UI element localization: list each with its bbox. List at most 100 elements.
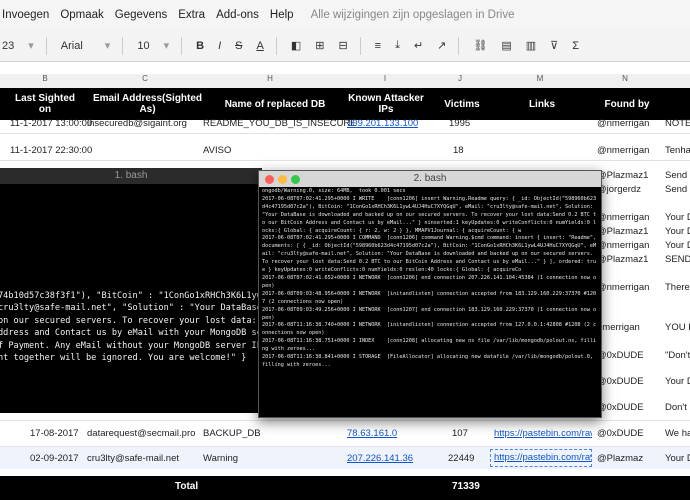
column-c[interactable]: C: [130, 74, 160, 88]
cell-foundby[interactable]: @nmerrigan: [597, 282, 649, 293]
total-row: [0, 476, 690, 500]
cell-note[interactable]: There: [665, 282, 690, 293]
cell-row2-date[interactable]: 11-1-2017 22:30:00: [10, 145, 92, 156]
bold-button[interactable]: B: [196, 40, 204, 52]
font-select[interactable]: Arial: [61, 40, 83, 52]
cell-foundby[interactable]: @Plazmaz1: [597, 254, 648, 265]
cell-foundby[interactable]: @0xDUDE: [597, 350, 644, 361]
cell-row1-ip[interactable]: 109.201.133.100: [347, 118, 418, 129]
cell-foundby[interactable]: @nmerrigan: [597, 212, 649, 223]
font-size-select[interactable]: 10: [137, 40, 149, 52]
cell-row2-note[interactable]: Tenha: [665, 145, 690, 156]
cell-foundby[interactable]: @Plazmaz1: [597, 170, 648, 181]
cell-note[interactable]: Send 0: [665, 184, 690, 195]
maximize-icon[interactable]: [291, 175, 300, 184]
italic-button[interactable]: I: [218, 40, 221, 52]
cell-row-warning-foundby[interactable]: @Plazmaz: [597, 453, 643, 464]
cell-foundby[interactable]: @Plazmaz1: [597, 226, 648, 237]
terminal-window-2[interactable]: 2. bash ongodb/Warning.0, size: 64MB, to…: [258, 170, 602, 418]
cell-row-backup-email[interactable]: datarequest@secmail.pro: [87, 428, 195, 439]
cell-row2-dbname[interactable]: AVISO: [203, 145, 231, 156]
cell-foundby[interactable]: @nmerrigan: [597, 240, 649, 251]
cell-row1-dbname[interactable]: README_YOU_DB_IS_INSECURE: [203, 118, 357, 129]
cell-row1-email[interactable]: insecuredb@sigaint.org: [87, 118, 187, 129]
header-db-name: Name of replaced DB: [224, 98, 326, 110]
cell-note[interactable]: Don't p: [665, 402, 690, 413]
cell-row-warning-note[interactable]: Your D: [665, 453, 690, 464]
header-found-by: Found by: [604, 98, 650, 110]
grid-line: [0, 420, 690, 421]
cell-note[interactable]: Send 0: [665, 170, 690, 181]
column-i[interactable]: I: [370, 74, 400, 88]
cell-foundby[interactable]: @jorgerdz: [597, 184, 641, 195]
menu-gegevens[interactable]: Gegevens: [115, 9, 167, 21]
cell-row-backup-ip[interactable]: 78.63.161.0: [347, 428, 397, 439]
align-icon[interactable]: ≡: [375, 40, 381, 52]
cell-row1-note[interactable]: NOTE: [665, 118, 690, 129]
cell-row1-victims[interactable]: 1995: [449, 118, 470, 129]
minimize-icon[interactable]: [278, 175, 287, 184]
text-color-button[interactable]: A: [256, 40, 263, 52]
borders-icon[interactable]: ⊞: [315, 39, 324, 52]
total-value: 71339: [452, 481, 480, 492]
fill-color-icon[interactable]: ◧: [291, 39, 301, 52]
wrap-icon[interactable]: ↵: [414, 39, 423, 52]
menu-invoegen[interactable]: Invoegen: [2, 9, 49, 21]
header-last-sighted: Last Sighted on: [14, 93, 75, 115]
column-j[interactable]: J: [445, 74, 475, 88]
rotate-icon[interactable]: ↗: [437, 39, 446, 52]
cell-row-backup-note[interactable]: We hav: [665, 428, 690, 439]
merge-cells-icon[interactable]: ⊟: [338, 39, 347, 52]
filter-icon[interactable]: ⊽: [550, 39, 558, 52]
cell-row1-date[interactable]: 11-1-2017 13:00:00: [10, 118, 92, 129]
chart-icon[interactable]: ▥: [526, 39, 536, 52]
zoom-select[interactable]: 23: [2, 40, 14, 52]
cell-note[interactable]: Your D: [665, 226, 690, 237]
strikethrough-button[interactable]: S: [235, 40, 242, 52]
cell-row-backup-date[interactable]: 17-08-2017: [30, 428, 79, 439]
cell-note[interactable]: "Don't p: [665, 350, 690, 361]
total-label: Total: [175, 481, 199, 492]
cell-note[interactable]: YOU H: [665, 322, 690, 333]
grid-line: [0, 160, 690, 161]
terminal-1-title: 1. bash: [0, 168, 262, 184]
menu-opmaak[interactable]: Opmaak: [60, 9, 103, 21]
link-icon[interactable]: ⛓: [473, 39, 487, 52]
cell-row-backup-victims[interactable]: 107: [452, 428, 468, 439]
terminal-1-output: 74b10d57c38f3f1"), "BitCoin" : "1ConGo1x…: [0, 291, 267, 364]
column-n[interactable]: N: [610, 74, 640, 88]
column-m[interactable]: M: [525, 74, 555, 88]
cell-note[interactable]: Your D: [665, 212, 690, 223]
cell-row-backup-link[interactable]: https://pastebin.com/raw/LL: [494, 428, 592, 439]
function-icon[interactable]: Σ: [572, 40, 579, 52]
menu-help[interactable]: Help: [270, 9, 294, 21]
menu-addons[interactable]: Add-ons: [216, 9, 259, 21]
cell-row2-foundby[interactable]: @nmerrigan: [597, 145, 649, 156]
cell-row-warning-email[interactable]: cru3lty@safe-mail.net: [87, 453, 179, 464]
cell-foundby[interactable]: nmerrigan: [597, 322, 640, 333]
terminal-window-1[interactable]: 1. bash 74b10d57c38f3f1"), "BitCoin" : "…: [0, 168, 267, 413]
valign-icon[interactable]: ⤓: [395, 39, 400, 52]
cell-row-warning-date[interactable]: 02-09-2017: [30, 453, 79, 464]
cell-note[interactable]: Your D: [665, 376, 690, 387]
column-h[interactable]: H: [255, 74, 285, 88]
cell-row-backup-dbname[interactable]: BACKUP_DB: [203, 428, 261, 439]
cell-note[interactable]: SEND: [665, 254, 690, 265]
cell-row2-victims[interactable]: 18: [453, 145, 464, 156]
menu-extra[interactable]: Extra: [178, 9, 205, 21]
cell-note[interactable]: Your D: [665, 240, 690, 251]
cell-row-warning-victims[interactable]: 22449: [448, 453, 474, 464]
cell-row-warning-ip[interactable]: 207.226.141.36: [347, 453, 413, 464]
cell-row-backup-foundby[interactable]: @0xDUDE: [597, 428, 644, 439]
save-status: Alle wijzigingen zijn opgeslagen in Driv…: [310, 9, 515, 21]
cell-row-warning-dbname[interactable]: Warning: [203, 453, 238, 464]
cell-foundby[interactable]: @0xDUDE: [597, 376, 644, 387]
column-b[interactable]: B: [30, 74, 60, 88]
column-header-bar: [0, 74, 690, 88]
comment-icon[interactable]: ▤: [501, 39, 511, 52]
cell-foundby[interactable]: @0xDUDE: [597, 402, 644, 413]
close-icon[interactable]: [265, 175, 274, 184]
cell-row1-foundby[interactable]: @nmerrigan: [597, 118, 649, 129]
terminal-2-title: 2. bash: [413, 173, 447, 184]
cell-row-warning-link[interactable]: https://pastebin.com/raw/Q: [490, 449, 592, 467]
